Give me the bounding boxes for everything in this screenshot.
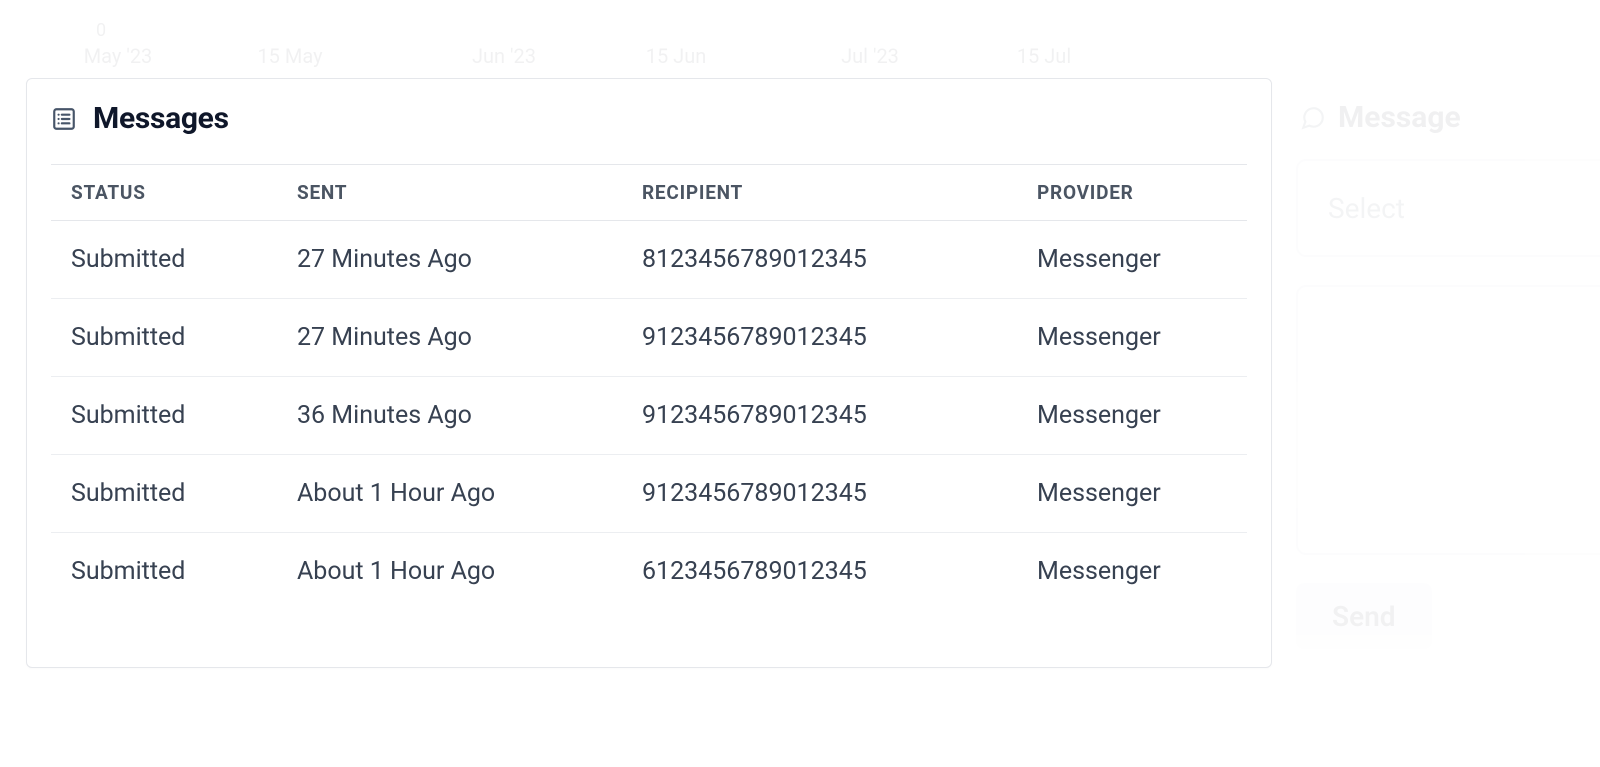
col-header-status[interactable]: STATUS: [51, 165, 277, 221]
cell-recipient: 9123456789012345: [622, 377, 1017, 455]
send-button[interactable]: Send: [1296, 583, 1432, 649]
cell-status: Submitted: [51, 533, 277, 611]
send-button-label: Send: [1332, 600, 1396, 633]
message-textarea[interactable]: [1296, 285, 1600, 555]
messages-card-header: Messages: [27, 79, 1271, 164]
list-icon: [51, 106, 77, 132]
table-row[interactable]: Submitted About 1 Hour Ago 6123456789012…: [51, 533, 1247, 611]
table-row[interactable]: Submitted About 1 Hour Ago 9123456789012…: [51, 455, 1247, 533]
cell-recipient: 9123456789012345: [622, 455, 1017, 533]
chart-ytick-0: 0: [96, 20, 106, 41]
messages-title: Messages: [93, 101, 229, 136]
col-header-provider[interactable]: PROVIDER: [1017, 165, 1247, 221]
cell-provider: Messenger: [1017, 455, 1247, 533]
cell-status: Submitted: [51, 299, 277, 377]
cell-provider: Messenger: [1017, 221, 1247, 299]
chart-xaxis: 0 May '23 15 May Jun '23 15 Jun Jul '23 …: [0, 0, 1600, 80]
recipient-select-placeholder: Select: [1328, 192, 1405, 225]
cell-status: Submitted: [51, 377, 277, 455]
chart-xtick: May '23: [84, 44, 153, 68]
chart-xtick: 15 May: [257, 44, 322, 68]
col-header-sent[interactable]: SENT: [277, 165, 622, 221]
cell-status: Submitted: [51, 221, 277, 299]
compose-panel: Message Select Send: [1296, 78, 1600, 668]
cell-sent: 27 Minutes Ago: [277, 221, 622, 299]
table-header-row: STATUS SENT RECIPIENT PROVIDER: [51, 165, 1247, 221]
cell-sent: About 1 Hour Ago: [277, 533, 622, 611]
col-header-recipient[interactable]: RECIPIENT: [622, 165, 1017, 221]
cell-recipient: 9123456789012345: [622, 299, 1017, 377]
table-row[interactable]: Submitted 27 Minutes Ago 912345678901234…: [51, 299, 1247, 377]
cell-sent: About 1 Hour Ago: [277, 455, 622, 533]
table-row[interactable]: Submitted 36 Minutes Ago 912345678901234…: [51, 377, 1247, 455]
messages-card: Messages STATUS SENT RECIPIENT PROVIDER …: [26, 78, 1272, 668]
chart-xtick: 15 Jun: [646, 44, 707, 68]
cell-provider: Messenger: [1017, 533, 1247, 611]
chart-xtick: 15 Jul: [1017, 44, 1071, 68]
message-icon: [1300, 105, 1326, 131]
compose-title: Message: [1338, 100, 1461, 135]
cell-provider: Messenger: [1017, 299, 1247, 377]
recipient-select[interactable]: Select: [1296, 159, 1600, 257]
table-row[interactable]: Submitted 27 Minutes Ago 812345678901234…: [51, 221, 1247, 299]
cell-status: Submitted: [51, 455, 277, 533]
chart-xtick: Jul '23: [841, 44, 899, 68]
cell-recipient: 8123456789012345: [622, 221, 1017, 299]
messages-table: STATUS SENT RECIPIENT PROVIDER Submitted…: [51, 164, 1247, 610]
cell-sent: 36 Minutes Ago: [277, 377, 622, 455]
chart-xtick: Jun '23: [472, 44, 536, 68]
cell-sent: 27 Minutes Ago: [277, 299, 622, 377]
cell-recipient: 6123456789012345: [622, 533, 1017, 611]
compose-header: Message: [1296, 78, 1600, 159]
cell-provider: Messenger: [1017, 377, 1247, 455]
